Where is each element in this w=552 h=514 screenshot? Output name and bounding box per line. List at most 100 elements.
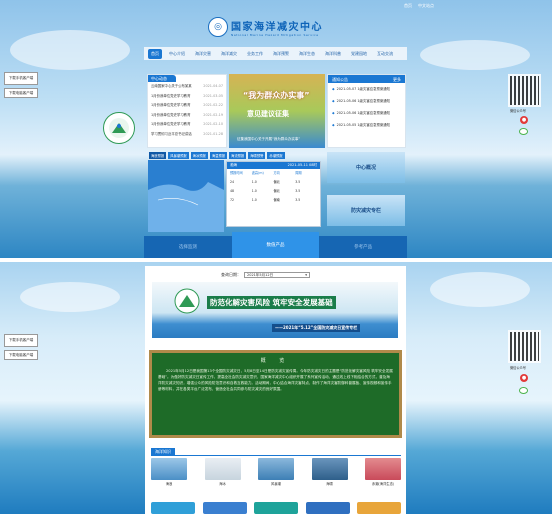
forecast-time: 2021-05-11 08时 [287, 163, 317, 167]
tab-sea-temp[interactable]: 海温预报 [209, 152, 228, 159]
site-logo[interactable]: ◎ 国家海洋减灾中心 National Marine Hazard Mitiga… [208, 17, 323, 37]
col-header: 周期 [295, 171, 302, 175]
list-item[interactable]: 1月份我单位党史学习教育 2021-02-19 [148, 111, 226, 121]
bullet-icon: ◆ [332, 123, 335, 127]
thumb-card[interactable]: 海浪 [151, 458, 187, 486]
thumb-caption: 风暴潮 [271, 482, 281, 486]
quick-link-tile[interactable] [305, 502, 350, 514]
list-item[interactable]: ◆ 2021-05-05 1级灾害应急预案通知 [328, 119, 405, 131]
thumb-card[interactable]: 海啸 [311, 458, 348, 486]
nav-item-ecology[interactable]: 海洋生态 [296, 49, 318, 59]
quick-link-tile[interactable] [202, 502, 247, 514]
list-item[interactable]: 学习贯彻习近平总书记讲话 2021-01-28 [148, 130, 226, 140]
news-title: 1月份我单位党史学习教育 [151, 93, 191, 98]
wechat-icon[interactable] [519, 128, 528, 135]
download-mobile-button-2[interactable]: 下载手机客户端 [4, 334, 38, 347]
tab-monitoring[interactable]: 选择监测 [144, 236, 232, 258]
table-cell: 3.5 [295, 189, 301, 193]
product-tabs: 选择监测 数值产品 参考产品 [144, 232, 407, 258]
quick-link-tiles [151, 502, 401, 514]
download-mobile-button[interactable]: 下载手机客户端 [4, 72, 38, 85]
nav-item-science[interactable]: 海洋科普 [322, 49, 344, 59]
date-select[interactable]: 2021年5月12日 ▾ [244, 272, 310, 278]
table-row: 72 1.0 偏南 3.5 [227, 196, 320, 205]
tab-reference[interactable]: 参考产品 [319, 236, 407, 258]
notice-title: 通知公告 [332, 77, 348, 82]
quick-link-tile[interactable] [254, 502, 298, 514]
list-item[interactable]: 1月份我单位党史学习教育 2021-03-05 [148, 92, 226, 102]
banner-subtitle: 意见建议征集 [247, 110, 289, 118]
nav-item-hazards[interactable]: 海洋灾害 [192, 49, 214, 59]
nav-item-mitigation[interactable]: 海洋减灾 [218, 49, 240, 59]
wechat-icon-2[interactable] [519, 387, 528, 394]
table-cell: 3.5 [295, 198, 301, 202]
forecast-header: 渤海 2021-05-11 08时 [227, 162, 320, 169]
download-desktop-button-2[interactable]: 下载电脑客户端 [4, 350, 38, 360]
tab-sea-ice[interactable]: 海冰预报 [190, 152, 208, 159]
notice-header: 通知公告 更多 [328, 75, 405, 83]
top-link-home[interactable]: 首页 [404, 3, 412, 9]
section-divider [151, 455, 401, 456]
bullet-icon: ◆ [332, 99, 335, 103]
news-date: 2021-01-28 [203, 131, 223, 136]
date-value: 2021年5月12日 [247, 272, 274, 277]
quick-link-tile[interactable] [151, 502, 195, 514]
weibo-icon-2[interactable]: ● [520, 374, 528, 382]
news-title: 学习贯彻习近平总书记讲话 [151, 131, 192, 136]
news-date: 2021-04-07 [203, 84, 223, 88]
forecast-map[interactable] [148, 160, 224, 232]
nav-item-warning[interactable]: 海洋预警 [270, 49, 292, 59]
cloud [20, 282, 120, 312]
thumb-card[interactable]: 风暴潮 [258, 458, 294, 486]
campaign-header-image: 防范化解灾害风险 筑牢安全发展基础 ——2021年“5.12”全国防灾减灾日宣传… [152, 282, 398, 338]
nav-item-home[interactable]: 首页 [148, 48, 162, 59]
mitigation-day-badge[interactable] [103, 112, 135, 144]
thumb-image [204, 458, 241, 480]
list-item[interactable]: 云南国家中心关于公布某某 2021-04-07 [148, 82, 226, 92]
notice-more-link[interactable]: 更多 [393, 77, 401, 82]
table-cell: 偏北 [273, 189, 280, 193]
tab-current[interactable]: 海流预报 [229, 152, 247, 159]
tab-tsunami[interactable]: 海啸预警 [248, 152, 266, 159]
qr-code [508, 74, 541, 107]
center-overview-card[interactable]: 中心概况 [327, 152, 405, 183]
banner-title: “我为群众办实事” [243, 91, 310, 100]
notice-text: 2021-05-07 1级灾害应急预案通知 [336, 87, 391, 91]
coastline-map [148, 182, 224, 232]
top-link-chinese[interactable]: 中文站点 [418, 3, 434, 9]
table-cell: 24 [230, 180, 235, 184]
list-item[interactable]: 1月份我单位党史学习教育 2021-02-10 [148, 120, 226, 130]
thumb-caption: 海浪 [165, 482, 173, 486]
tab-red-tide[interactable]: 赤潮预报 [267, 152, 285, 159]
overview-board: 概 览 2021年5月12日是我国第13个全国防灾减灾日，5月8日至14日是防灾… [149, 350, 402, 438]
weibo-icon[interactable]: ● [520, 116, 528, 124]
site-subtitle: National Marine Hazard Mitigation Servic… [231, 32, 319, 37]
news-date: 2021-02-10 [203, 122, 223, 126]
tab-numerical[interactable]: 数值产品 [231, 232, 320, 258]
campaign-banner[interactable]: “我为群众办实事” 意见建议征集 征集我国中心关于开展“我为群众办实事” [229, 74, 325, 148]
col-header: 波高(m) [251, 171, 264, 175]
nav-item-party[interactable]: 党建园地 [348, 49, 370, 59]
tab-wave[interactable]: 海浪预报 [149, 152, 167, 159]
disaster-column-card[interactable]: 防灾减灾专栏 [327, 195, 405, 226]
list-item[interactable]: 1月份我单位党史学习教育 2021-02-22 [148, 101, 226, 111]
tab-storm-surge[interactable]: 风暴潮预报 [168, 152, 189, 159]
col-header: 方向 [273, 171, 280, 175]
thumb-card[interactable]: 赤潮(海洋生态) [365, 458, 401, 486]
download-desktop-button[interactable]: 下载电脑客户端 [4, 88, 38, 98]
list-item[interactable]: ◆ 2021-05-06 1级灾害应急预案通知 [328, 95, 405, 107]
nav-item-business[interactable]: 业务工作 [244, 49, 266, 59]
qr-code-2 [508, 330, 541, 363]
list-item[interactable]: ◆ 2021-05-06 1级灾害应急预案通知 [328, 107, 405, 119]
cloud [430, 272, 530, 307]
quick-link-tile[interactable] [357, 502, 401, 514]
news-title: 1月份我单位党史学习教育 [151, 103, 191, 107]
nav-item-about[interactable]: 中心介绍 [166, 49, 188, 59]
screenshot-root: 首页 中文站点 ◎ 国家海洋减灾中心 National Marine Hazar… [0, 0, 552, 514]
nav-item-interact[interactable]: 互动交流 [374, 49, 396, 59]
thumb-card[interactable]: 海冰 [204, 458, 241, 486]
list-item[interactable]: ◆ 2021-05-07 1级灾害应急预案通知 [328, 83, 405, 95]
table-cell: 1.0 [251, 189, 257, 193]
news-title: 1月份我单位党史学习教育 [151, 112, 191, 117]
news-title: 1月份我单位党史学习教育 [151, 122, 191, 126]
